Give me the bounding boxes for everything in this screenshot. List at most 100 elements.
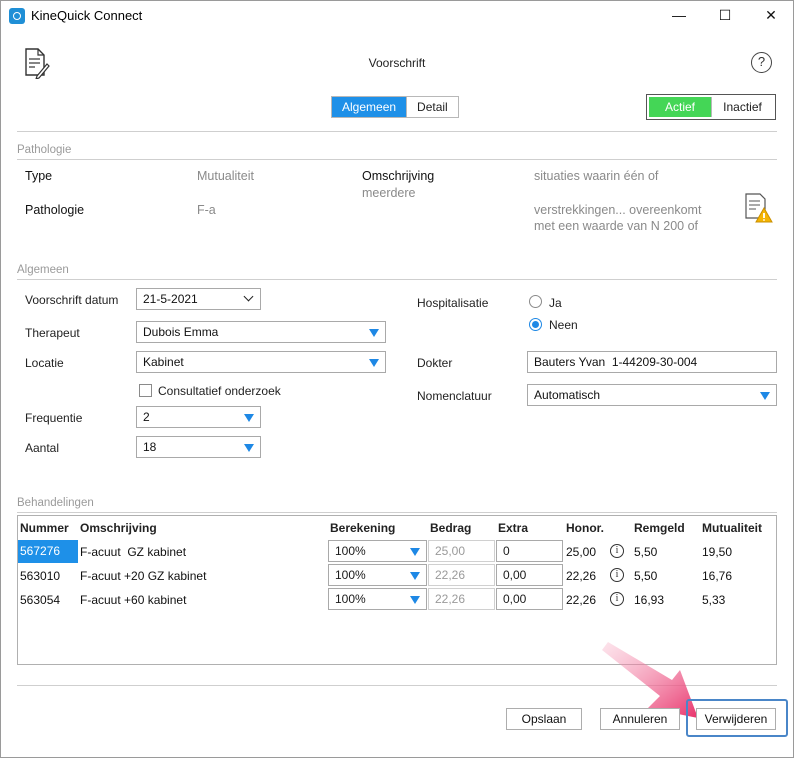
column-header-extra: Extra <box>498 521 529 535</box>
dropdown-arrow-icon <box>369 329 379 337</box>
omschrijving-value-line3: verstrekkingen... overeenkomt <box>534 203 702 217</box>
dropdown-arrow-icon <box>410 548 420 556</box>
hospitalisatie-neen-label: Neen <box>549 318 578 332</box>
pathology-warning-document-icon[interactable] <box>742 192 774 224</box>
voorschrift-datum-label: Voorschrift datum <box>25 293 119 307</box>
window-title: KineQuick Connect <box>31 8 143 23</box>
info-icon[interactable]: i <box>610 568 624 582</box>
section-divider <box>17 512 777 513</box>
aantal-select[interactable]: 18 <box>136 436 261 458</box>
hospitalisatie-neen-radio[interactable] <box>529 318 542 331</box>
berekening-value: 100% <box>335 544 366 558</box>
dropdown-arrow-icon <box>369 359 379 367</box>
section-divider <box>17 159 777 160</box>
extra-input[interactable]: 0,00 <box>496 564 563 586</box>
minimize-button[interactable]: — <box>656 0 702 30</box>
berekening-select[interactable]: 100% <box>328 588 427 610</box>
pathologie-value: F-a <box>197 203 216 217</box>
opslaan-button[interactable]: Opslaan <box>506 708 582 730</box>
nomenclatuur-value: Automatisch <box>534 388 601 402</box>
omschrijving-value-line2: meerdere <box>362 186 416 200</box>
voorschrift-datum-picker[interactable]: 21-5-2021 <box>136 288 261 310</box>
dokter-label: Dokter <box>417 356 453 370</box>
remgeld-value: 5,50 <box>634 569 658 583</box>
honor-value: 25,00 <box>566 545 597 559</box>
extra-input[interactable]: 0,00 <box>496 588 563 610</box>
omschrijving-value-line1: situaties waarin één of <box>534 169 659 183</box>
therapeut-value: Dubois Emma <box>143 325 219 339</box>
honor-value: 22,26 <box>566 593 597 607</box>
info-icon[interactable]: i <box>610 544 624 558</box>
column-header-omschrijving: Omschrijving <box>80 521 157 535</box>
berekening-value: 100% <box>335 592 366 606</box>
column-header-nummer: Nummer <box>20 521 69 535</box>
bedrag-field: 25,00 <box>428 540 495 562</box>
omschrijving-value-line4: met een waarde van N 200 of <box>534 219 698 233</box>
type-value: Mutualiteit <box>197 169 254 183</box>
section-divider <box>17 279 777 280</box>
aantal-label: Aantal <box>25 441 60 455</box>
verwijderen-button[interactable]: Verwijderen <box>696 708 776 730</box>
help-icon[interactable]: ? <box>751 52 772 73</box>
status-toggle: Actief Inactief <box>646 94 776 120</box>
frequentie-label: Frequentie <box>25 411 83 425</box>
column-header-berekening: Berekening <box>330 521 396 535</box>
maximize-button[interactable]: ☐ <box>702 0 748 30</box>
remgeld-value: 16,93 <box>634 593 665 607</box>
status-inactief-button[interactable]: Inactief <box>711 97 773 117</box>
locatie-value: Kabinet <box>143 355 184 369</box>
column-header-mutualiteit: Mutualiteit <box>702 521 762 535</box>
mutualiteit-value: 19,50 <box>702 545 733 559</box>
dropdown-arrow-icon <box>244 414 254 422</box>
dokter-input[interactable]: Bauters Yvan 1-44209-30-004 <box>527 351 777 373</box>
chevron-down-icon <box>243 291 254 302</box>
consultatief-checkbox[interactable] <box>139 384 152 397</box>
dropdown-arrow-icon <box>410 596 420 604</box>
frequentie-select[interactable]: 2 <box>136 406 261 428</box>
hospitalisatie-ja-label: Ja <box>549 296 562 310</box>
tab-algemeen[interactable]: Algemeen <box>332 97 407 117</box>
close-button[interactable]: ✕ <box>748 0 794 30</box>
remgeld-value: 5,50 <box>634 545 658 559</box>
locatie-label: Locatie <box>25 356 64 370</box>
page-title: Voorschrift <box>368 56 426 70</box>
berekening-select[interactable]: 100% <box>328 540 427 562</box>
section-title-pathologie: Pathologie <box>17 144 72 156</box>
column-header-honor: Honor. <box>566 521 604 535</box>
table-row-omschrijving: F-acuut GZ kabinet <box>80 545 187 559</box>
frequentie-value: 2 <box>143 410 150 424</box>
hospitalisatie-ja-radio[interactable] <box>529 295 542 308</box>
berekening-value: 100% <box>335 568 366 582</box>
extra-input[interactable]: 0 <box>496 540 563 562</box>
honor-value: 22,26 <box>566 569 597 583</box>
annuleren-button[interactable]: Annuleren <box>600 708 680 730</box>
section-title-behandelingen: Behandelingen <box>17 497 94 509</box>
bedrag-field: 22,26 <box>428 564 495 586</box>
aantal-value: 18 <box>143 440 157 454</box>
info-icon[interactable]: i <box>610 592 624 606</box>
dropdown-arrow-icon <box>410 572 420 580</box>
tab-detail[interactable]: Detail <box>406 97 458 117</box>
hospitalisatie-label: Hospitalisatie <box>417 296 489 310</box>
dokter-value: Bauters Yvan 1-44209-30-004 <box>534 355 698 369</box>
pathologie-label: Pathologie <box>25 203 85 217</box>
column-header-remgeld: Remgeld <box>634 521 685 535</box>
voorschrift-datum-value: 21-5-2021 <box>143 292 198 306</box>
header-divider <box>17 131 777 132</box>
locatie-select[interactable]: Kabinet <box>136 351 386 373</box>
table-row-nummer[interactable]: 567276 <box>18 540 78 563</box>
section-title-algemeen: Algemeen <box>17 264 69 276</box>
type-label: Type <box>25 169 53 183</box>
dropdown-arrow-icon <box>244 444 254 452</box>
nomenclatuur-label: Nomenclatuur <box>417 389 492 403</box>
status-actief-button[interactable]: Actief <box>649 97 711 117</box>
therapeut-label: Therapeut <box>25 326 80 340</box>
consultatief-label: Consultatief onderzoek <box>158 384 281 398</box>
dropdown-arrow-icon <box>760 392 770 400</box>
column-header-bedrag: Bedrag <box>430 521 472 535</box>
berekening-select[interactable]: 100% <box>328 564 427 586</box>
therapeut-select[interactable]: Dubois Emma <box>136 321 386 343</box>
nomenclatuur-select[interactable]: Automatisch <box>527 384 777 406</box>
table-row-nummer[interactable]: 563010 <box>20 569 60 583</box>
table-row-nummer[interactable]: 563054 <box>20 593 60 607</box>
